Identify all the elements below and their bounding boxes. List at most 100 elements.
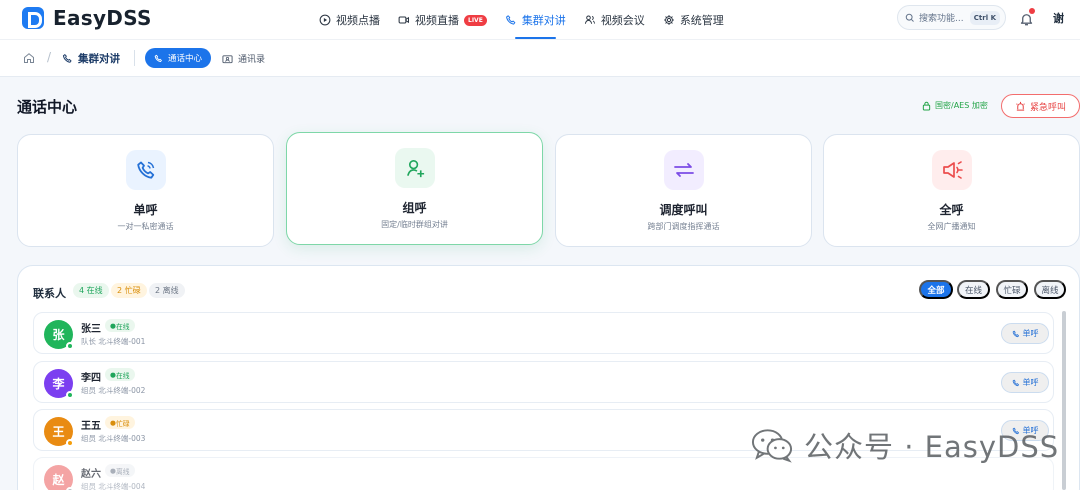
call-label: 单呼 xyxy=(1022,329,1039,338)
nav-label: 视频直播 xyxy=(415,14,459,27)
keyboard-shortcut: Ctrl K xyxy=(969,10,1000,25)
filter-online-button[interactable]: 在线 xyxy=(957,280,990,299)
tab-label: 通话中心 xyxy=(168,54,203,64)
contact-device: 北斗终端-004 xyxy=(98,482,146,490)
dispatch-call-card[interactable]: 调度呼叫 跨部门调度指挥通话 xyxy=(555,134,812,247)
filter-all-button[interactable]: 全部 xyxy=(919,280,953,299)
contact-device: 北斗终端-003 xyxy=(98,434,146,443)
card-title: 组呼 xyxy=(402,201,427,215)
breadcrumb-label: 集群对讲 xyxy=(78,53,120,65)
breadcrumb-cluster-intercom[interactable]: 集群对讲 xyxy=(62,51,120,66)
card-title: 单呼 xyxy=(133,203,158,217)
arrows-exchange-icon xyxy=(664,150,704,190)
contact-name: 赵六 xyxy=(81,469,101,480)
video-camera-icon xyxy=(398,16,409,24)
contact-role: 组员 xyxy=(81,482,96,490)
watermark-text: 公众号 · EasyDSS xyxy=(804,430,1060,464)
group-call-card[interactable]: 组呼 固定/临时群组对讲 xyxy=(286,132,543,245)
nav-cluster-intercom[interactable]: 集群对讲 xyxy=(496,0,575,40)
breadcrumb-bar: / 集群对讲 通话中心 通讯录 xyxy=(0,40,1080,77)
breadcrumb-separator: / xyxy=(47,50,52,64)
phone-icon xyxy=(505,15,516,25)
card-description: 跨部门调度指挥通话 xyxy=(647,222,720,231)
contacts-title: 联系人 xyxy=(33,287,66,300)
contact-row[interactable]: 张 张三 ● 在线 队长 北斗终端-001 单呼 xyxy=(33,312,1054,354)
play-circle-icon xyxy=(319,14,331,26)
card-description: 全网广播通知 xyxy=(927,222,976,231)
nav-video-meeting[interactable]: 视频会议 xyxy=(575,0,654,40)
online-count-badge: 4 在线 xyxy=(73,283,109,298)
user-plus-icon xyxy=(395,148,435,188)
phone-icon xyxy=(1012,379,1019,386)
single-call-button[interactable]: 单呼 xyxy=(1001,372,1049,393)
status-badge: ● 在线 xyxy=(105,319,135,332)
easydss-logo-icon xyxy=(22,7,44,29)
call-label: 单呼 xyxy=(1022,378,1039,387)
app-logo[interactable]: EasyDSS xyxy=(22,6,152,30)
notification-dot xyxy=(1029,8,1035,14)
home-icon[interactable] xyxy=(23,52,35,64)
page-title: 通话中心 xyxy=(17,98,78,116)
status-badge: ● 在线 xyxy=(105,368,135,381)
status-text: 离线 xyxy=(115,467,130,476)
card-title: 全呼 xyxy=(939,203,964,217)
search-icon xyxy=(905,13,914,22)
speaker-icon xyxy=(932,150,972,190)
filter-busy-button[interactable]: 忙碌 xyxy=(996,280,1028,299)
offline-count-badge: 2 离线 xyxy=(149,283,185,298)
search-input[interactable]: 搜索功能... Ctrl K xyxy=(897,5,1006,30)
status-badge: ● 忙碌 xyxy=(105,416,135,429)
contact-name: 李四 xyxy=(81,373,101,384)
nav-label: 视频点播 xyxy=(336,14,380,27)
wechat-icon xyxy=(751,429,793,463)
users-icon xyxy=(584,15,595,24)
contact-card-icon xyxy=(222,54,233,63)
contact-role: 队长 xyxy=(81,337,96,346)
nav-label: 集群对讲 xyxy=(521,14,566,27)
wechat-watermark: 公众号 · EasyDSS xyxy=(750,424,1059,466)
contact-meta: 组员 北斗终端-003 xyxy=(81,433,145,444)
card-title: 调度呼叫 xyxy=(659,203,708,217)
contact-name: 张三 xyxy=(81,324,101,335)
contact-meta: 组员 北斗终端-002 xyxy=(81,385,145,396)
card-description: 一对一私密通话 xyxy=(117,222,174,231)
contact-device: 北斗终端-002 xyxy=(98,386,146,395)
nav-label: 视频会议 xyxy=(600,14,645,27)
breadcrumb-divider xyxy=(134,50,135,66)
phone-icon xyxy=(154,54,162,62)
user-avatar-name[interactable]: 谢 xyxy=(1053,10,1064,26)
card-description: 固定/临时群组对讲 xyxy=(381,220,448,229)
app-name: EasyDSS xyxy=(53,6,152,30)
contact-role: 组员 xyxy=(81,434,96,443)
tab-call-center[interactable]: 通话中心 xyxy=(145,48,212,68)
status-text: 在线 xyxy=(115,322,130,331)
tab-label: 通讯录 xyxy=(238,55,266,65)
broadcast-call-card[interactable]: 全呼 全网广播通知 xyxy=(823,134,1080,247)
encryption-label: 国密/AES 加密 xyxy=(935,101,988,110)
online-status-dot xyxy=(66,391,74,399)
contact-role: 组员 xyxy=(81,386,96,395)
tab-contacts[interactable]: 通讯录 xyxy=(222,52,265,65)
main-navigation: 视频点播 视频直播 LIVE 集群对讲 视频会议 系统管理 xyxy=(310,0,733,40)
single-call-button[interactable]: 单呼 xyxy=(1001,323,1049,344)
filter-offline-button[interactable]: 离线 xyxy=(1034,280,1066,299)
nav-label: 系统管理 xyxy=(679,14,724,27)
contacts-scrollbar[interactable] xyxy=(1062,311,1066,490)
status-badge: ● 离线 xyxy=(105,464,135,477)
nav-video-on-demand[interactable]: 视频点播 xyxy=(310,0,389,40)
top-navigation-bar: EasyDSS 视频点播 视频直播 LIVE 集群对讲 视频会议 系统管理 搜索… xyxy=(0,0,1080,40)
nav-system-management[interactable]: 系统管理 xyxy=(654,0,733,40)
contact-meta: 队长 北斗终端-001 xyxy=(81,336,145,347)
nav-live-video[interactable]: 视频直播 LIVE xyxy=(389,0,496,40)
status-text: 在线 xyxy=(115,371,130,380)
emergency-label: 紧急呼叫 xyxy=(1029,101,1066,112)
phone-icon xyxy=(126,150,166,190)
busy-count-badge: 2 忙碌 xyxy=(111,283,147,298)
lock-icon xyxy=(922,101,931,111)
siren-icon xyxy=(1016,101,1025,111)
contact-device: 北斗终端-001 xyxy=(98,337,146,346)
phone-icon xyxy=(62,54,72,63)
emergency-call-button[interactable]: 紧急呼叫 xyxy=(1001,94,1080,118)
single-call-card[interactable]: 单呼 一对一私密通话 xyxy=(17,134,274,247)
contact-row[interactable]: 李 李四 ● 在线 组员 北斗终端-002 单呼 xyxy=(33,361,1054,403)
